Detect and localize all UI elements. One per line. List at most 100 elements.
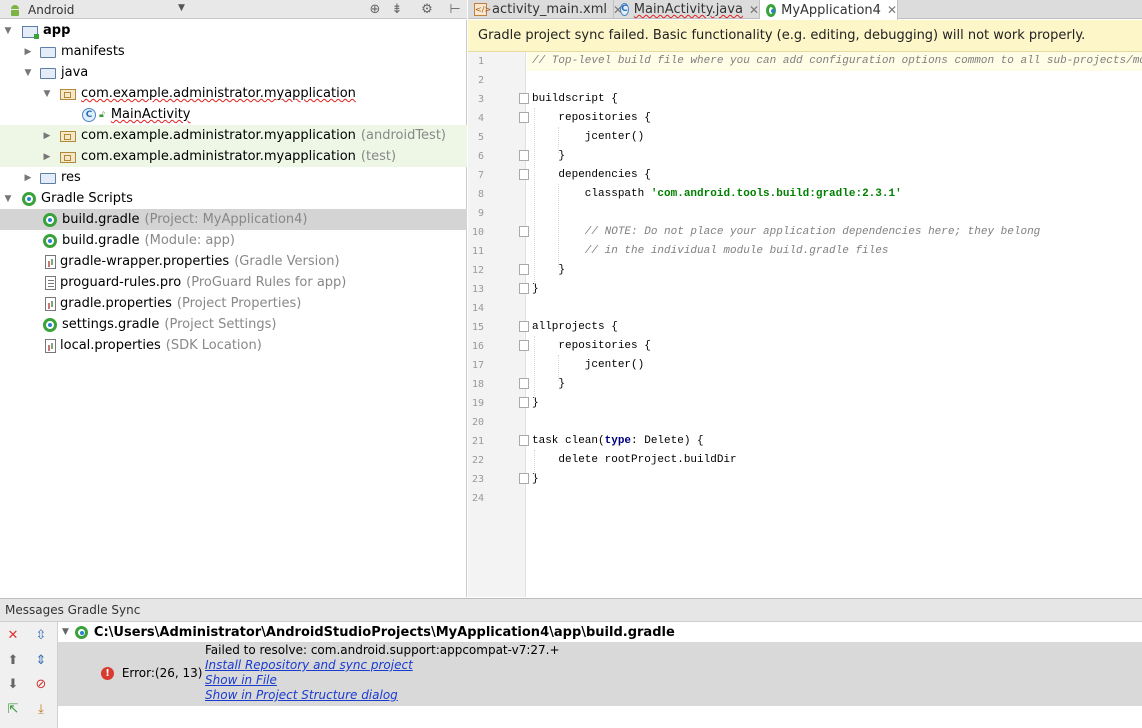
fold-marker[interactable]	[519, 150, 529, 161]
tree-item-build-gradle-project[interactable]: build.gradle (Project: MyApplication4)	[0, 209, 467, 230]
code-line: allprojects {	[532, 321, 618, 333]
chevron-right-icon[interactable]: ▶	[22, 173, 34, 183]
tree-label: MainActivity	[110, 107, 191, 122]
fold-marker[interactable]	[519, 93, 529, 104]
collapse-icon[interactable]: ⇟	[388, 0, 406, 19]
fold-marker[interactable]	[519, 473, 529, 484]
tree-item-package-androidtest[interactable]: ▶ com.example.administrator.myapplicatio…	[0, 125, 467, 146]
messages-file-row[interactable]: ▼ C:\Users\Administrator\AndroidStudioPr…	[58, 622, 1142, 642]
code-line: jcenter()	[532, 131, 645, 143]
fold-marker[interactable]	[519, 264, 529, 275]
fold-marker[interactable]	[519, 283, 529, 294]
package-icon	[60, 152, 76, 163]
tree-item-package[interactable]: ▼ com.example.administrator.myapplicatio…	[0, 83, 467, 104]
fold-marker[interactable]	[519, 112, 529, 123]
tree-item-manifests[interactable]: ▶ manifests	[0, 41, 467, 62]
messages-panel-title: Messages Gradle Sync	[5, 603, 141, 617]
code-line: jcenter()	[532, 359, 645, 371]
tree-item-proguard[interactable]: proguard-rules.pro (ProGuard Rules for a…	[0, 272, 467, 293]
expand-all-icon[interactable]: ⇳	[32, 627, 50, 645]
code-line: }	[532, 150, 566, 162]
tree-label: manifests	[61, 44, 125, 59]
line-number: 12	[471, 265, 484, 276]
line-number: 24	[471, 493, 484, 504]
project-toolbar: Android ▼ ⊕ ⇟ ⚙ ⊢	[0, 0, 467, 19]
chevron-down-icon[interactable]: ▼	[178, 3, 185, 13]
folder-icon	[40, 47, 56, 58]
indent-guide	[558, 184, 559, 267]
line-number: 1	[477, 56, 484, 67]
collapse-all-icon[interactable]: ⇕	[32, 652, 50, 670]
tree-label: settings.gradle	[62, 317, 160, 332]
tree-item-mainactivity[interactable]: C 🔓︎ MainActivity	[0, 104, 467, 125]
export-icon[interactable]: ⇱	[4, 701, 22, 719]
indent-guide	[534, 336, 535, 400]
error-location: ! Error:(26, 13)	[101, 666, 202, 680]
fold-marker[interactable]	[519, 435, 529, 446]
tree-label: com.example.administrator.myapplication	[81, 149, 356, 164]
fold-marker[interactable]	[519, 169, 529, 180]
stop-icon[interactable]: ⊘	[32, 676, 50, 694]
chevron-right-icon[interactable]: ▶	[22, 47, 34, 57]
close-icon[interactable]: ✕	[4, 627, 22, 645]
tab-myapplication4[interactable]: MyApplication4 ✕	[760, 0, 898, 20]
tree-label: proguard-rules.pro	[60, 275, 182, 290]
tree-item-settings-gradle[interactable]: settings.gradle (Project Settings)	[0, 314, 467, 335]
gradle-icon	[766, 3, 777, 17]
chevron-down-icon[interactable]: ▼	[62, 627, 69, 637]
download-icon[interactable]: ⤓	[32, 701, 50, 719]
banner-text: Gradle project sync failed. Basic functi…	[478, 28, 1086, 43]
view-mode-select[interactable]: Android ▼	[0, 0, 190, 19]
fold-marker[interactable]	[519, 378, 529, 389]
show-in-file-link[interactable]: Show in File	[205, 673, 277, 687]
chevron-right-icon[interactable]: ▶	[41, 152, 53, 162]
module-icon	[22, 25, 39, 39]
fold-marker[interactable]	[519, 397, 529, 408]
tree-suffix: (Gradle Version)	[234, 254, 340, 269]
show-in-project-structure-link[interactable]: Show in Project Structure dialog	[205, 688, 398, 702]
tab-activity-main-xml[interactable]: </> activity_main.xml ✕	[468, 0, 623, 19]
tree-item-package-test[interactable]: ▶ com.example.administrator.myapplicatio…	[0, 146, 467, 167]
tree-label: Gradle Scripts	[41, 191, 133, 206]
tree-suffix: (SDK Location)	[165, 338, 262, 353]
tree-item-res[interactable]: ▶ res	[0, 167, 467, 188]
target-icon[interactable]: ⊕	[366, 0, 384, 19]
error-message[interactable]: ! Error:(26, 13) Failed to resolve: com.…	[58, 642, 1142, 706]
package-icon	[60, 131, 76, 142]
fold-marker[interactable]	[519, 226, 529, 237]
chevron-down-icon[interactable]: ▼	[2, 194, 14, 204]
install-repository-link[interactable]: Install Repository and sync project	[205, 658, 413, 672]
down-icon[interactable]: ⬇	[4, 676, 22, 694]
view-mode-label: Android	[28, 2, 75, 17]
line-number: 11	[471, 246, 484, 257]
tree-suffix: (Project: MyApplication4)	[144, 212, 308, 227]
line-number: 17	[471, 360, 484, 371]
chevron-down-icon[interactable]: ▼	[22, 68, 34, 78]
chevron-down-icon[interactable]: ▼	[41, 89, 53, 99]
tab-mainactivity-java[interactable]: C MainActivity.java ✕	[614, 0, 760, 19]
tree-item-java[interactable]: ▼ java	[0, 62, 467, 83]
close-icon[interactable]: ✕	[887, 3, 897, 17]
line-number: 8	[477, 189, 484, 200]
code-line: delete rootProject.buildDir	[532, 454, 737, 466]
indent-guide	[558, 127, 559, 153]
tree-item-local-properties[interactable]: local.properties (SDK Location)	[0, 335, 467, 356]
code-line: // in the individual module build.gradle…	[532, 245, 889, 257]
sync-failed-banner: Gradle project sync failed. Basic functi…	[468, 20, 1142, 52]
tree-item-gradle-properties[interactable]: gradle.properties (Project Properties)	[0, 293, 467, 314]
tree-item-app[interactable]: ▼ app	[0, 20, 467, 41]
tree-item-gradle-wrapper[interactable]: gradle-wrapper.properties (Gradle Versio…	[0, 251, 467, 272]
fold-marker[interactable]	[519, 340, 529, 351]
messages-file-path: C:\Users\Administrator\AndroidStudioProj…	[93, 624, 675, 640]
tree-item-build-gradle-module[interactable]: build.gradle (Module: app)	[0, 230, 467, 251]
hide-icon[interactable]: ⊢	[446, 0, 464, 19]
chevron-right-icon[interactable]: ▶	[41, 131, 53, 141]
tree-suffix: (androidTest)	[360, 128, 446, 143]
up-icon[interactable]: ⬆	[4, 652, 22, 670]
code-line: task clean(type: Delete) {	[532, 435, 704, 447]
fold-marker[interactable]	[519, 321, 529, 332]
chevron-down-icon[interactable]: ▼	[2, 26, 14, 36]
close-icon[interactable]: ✕	[749, 3, 759, 17]
tree-item-gradle-scripts[interactable]: ▼ Gradle Scripts	[0, 188, 467, 209]
gear-icon[interactable]: ⚙	[418, 0, 436, 19]
